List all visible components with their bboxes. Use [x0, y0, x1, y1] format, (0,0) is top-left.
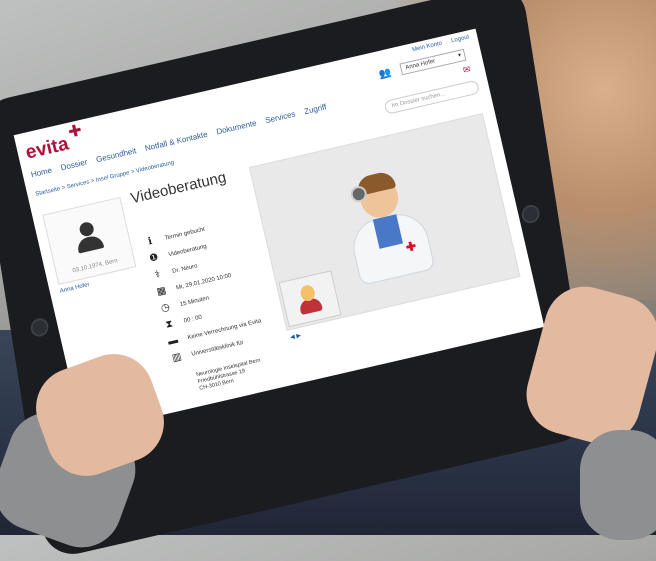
- clinic-address: Neurologie Inselspital Bern Friedbühlstr…: [196, 358, 265, 393]
- hourglass-icon: ⧗: [164, 318, 174, 331]
- profile-card: 03.10.1974, Bern: [42, 196, 137, 285]
- detail-text: 00 : 00: [183, 314, 203, 325]
- video-call-panel[interactable]: ✚: [248, 113, 521, 331]
- profile-birthdate: 03.10.1974, Bern: [72, 258, 119, 275]
- evita-logo[interactable]: evita: [24, 133, 71, 164]
- home-button[interactable]: [520, 203, 541, 226]
- avatar-body: [75, 234, 105, 254]
- mail-icon[interactable]: ✉: [462, 64, 472, 76]
- nav-item-zugriff[interactable]: Zugriff: [303, 102, 327, 116]
- nav-item-notfall[interactable]: Notfall & Kontakte: [144, 130, 208, 153]
- nav-item-home[interactable]: Home: [30, 166, 53, 180]
- account-link[interactable]: Mein Konto: [412, 41, 443, 54]
- self-view-video[interactable]: [278, 270, 342, 328]
- logout-link[interactable]: Logout: [451, 34, 470, 44]
- calendar-icon: ▦: [155, 285, 168, 298]
- building-icon: ▥: [171, 351, 183, 365]
- nav-item-dokumente[interactable]: Dokumente: [215, 118, 257, 136]
- profile-name[interactable]: Anna Hofer: [59, 282, 90, 295]
- users-icon[interactable]: 👥: [378, 67, 393, 81]
- nav-item-services[interactable]: Services: [264, 109, 296, 125]
- front-camera: [29, 316, 50, 339]
- avatar-icon: [78, 220, 96, 238]
- evita-logo-mark-icon: ✚: [66, 122, 84, 142]
- detail-text: 15 Minuten: [179, 295, 210, 308]
- right-sleeve: [580, 430, 656, 540]
- info-circle-icon: ❶: [148, 251, 160, 265]
- search-input[interactable]: Im Dossier suchen...: [383, 79, 481, 115]
- doctor-icon: ⚕: [153, 268, 162, 281]
- page-title: Videoberatung: [129, 168, 228, 208]
- detail-text: Dr. Neuro: [171, 262, 199, 275]
- nav-item-dossier[interactable]: Dossier: [60, 157, 88, 172]
- nav-item-gesundheit[interactable]: Gesundheit: [95, 146, 137, 164]
- video-controls[interactable]: ◀ ▶: [290, 332, 302, 341]
- clock-icon: ◷: [159, 301, 171, 315]
- info-icon: ℹ: [147, 235, 154, 248]
- card-icon: ▬: [166, 334, 180, 348]
- appointment-details: ℹ Termin gebucht ❶ Videoberatung ⚕ Dr. Neur…: [139, 211, 277, 368]
